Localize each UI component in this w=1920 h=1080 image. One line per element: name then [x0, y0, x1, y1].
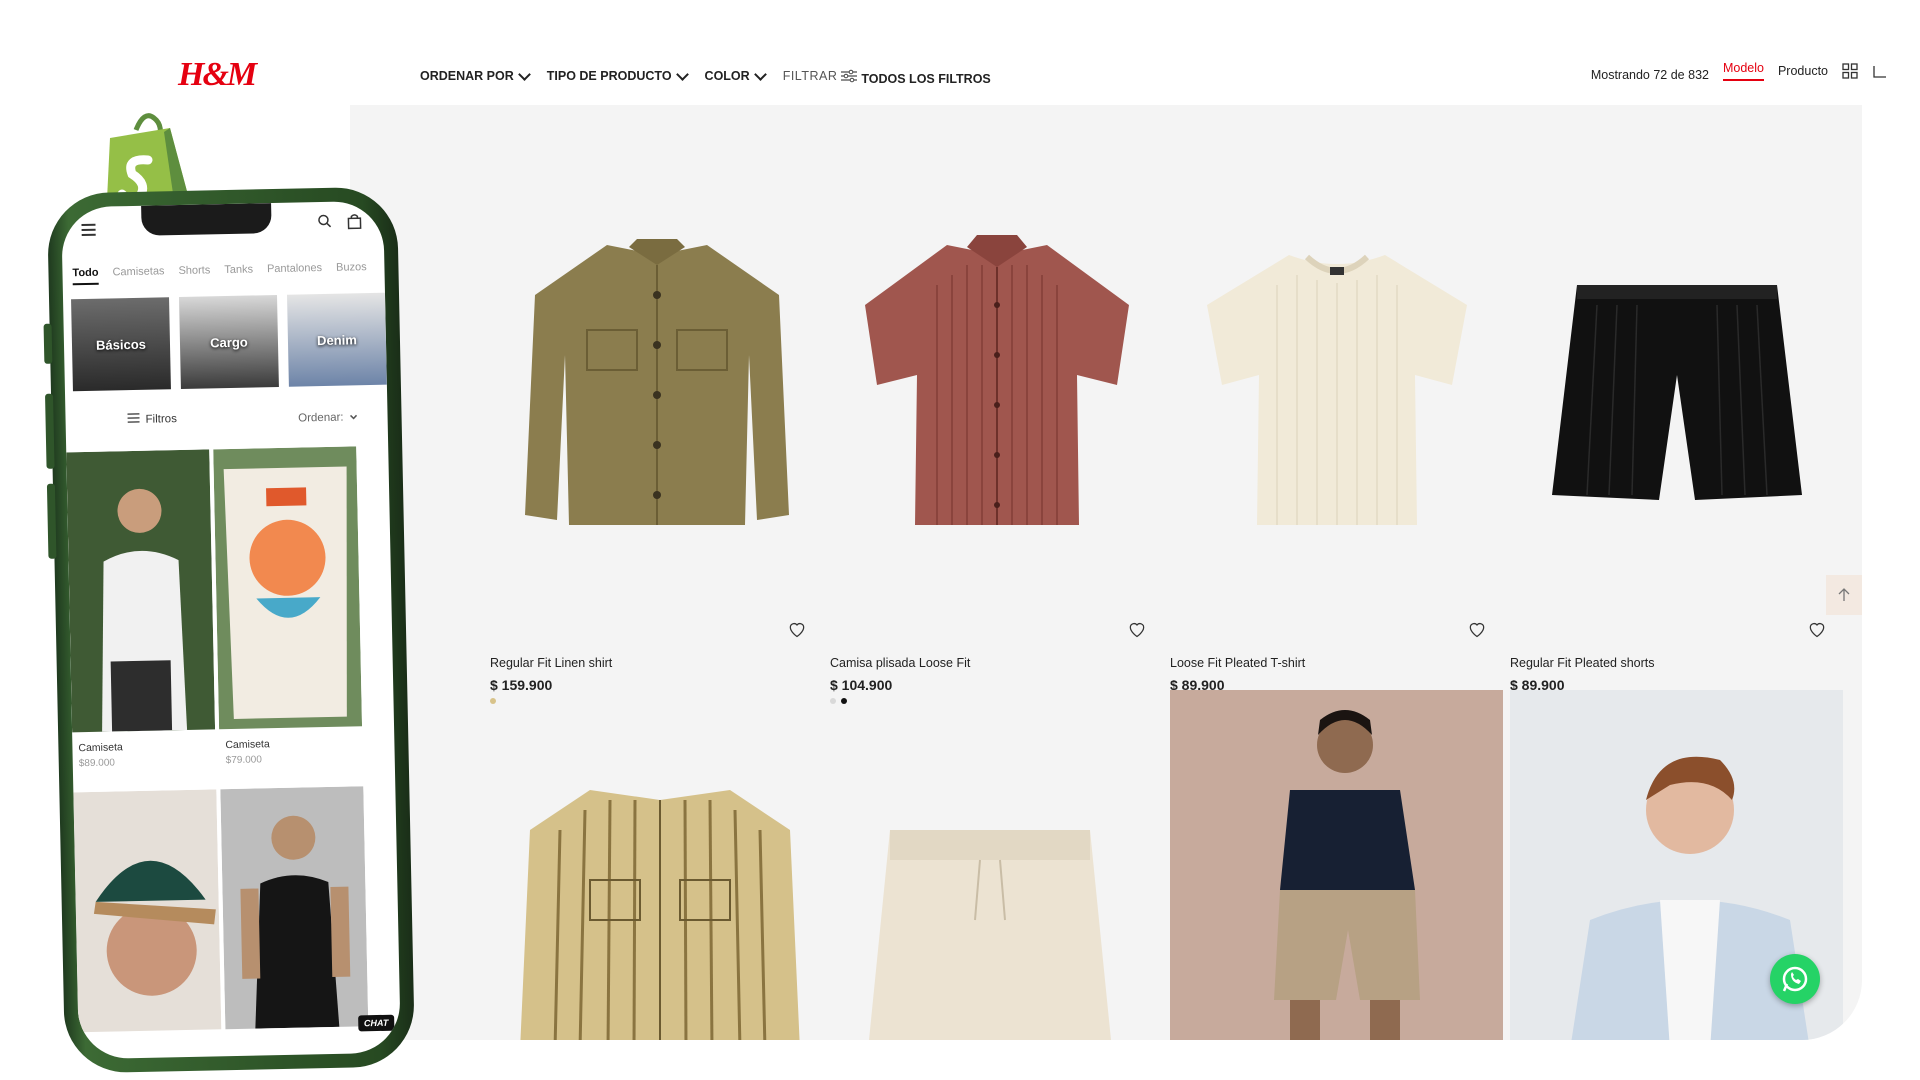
chevron-down-icon	[675, 67, 689, 81]
product-image[interactable]	[1510, 165, 1843, 605]
mobile-product-card[interactable]	[220, 786, 369, 1030]
product-type-dropdown[interactable]: TIPO DE PRODUCTO	[546, 67, 689, 83]
product-name: Camiseta	[78, 741, 123, 755]
view-product-toggle[interactable]: Producto	[1778, 64, 1828, 78]
mobile-filter-bar: Filtros Ordenar:	[65, 407, 387, 425]
sliders-icon	[841, 69, 858, 83]
brand-logo[interactable]: H&M	[178, 56, 257, 94]
heart-icon[interactable]	[1467, 619, 1487, 639]
product-image[interactable]	[490, 165, 823, 605]
tab-tanks[interactable]: Tanks	[224, 263, 253, 282]
heart-icon[interactable]	[1807, 619, 1827, 639]
phone-screen: Todo Camisetas Shorts Tanks Pantalones B…	[61, 200, 401, 1060]
product-price: $ 104.900	[830, 677, 893, 693]
product-grid: Regular Fit Linen shirt $ 159.900 Camisa…	[350, 105, 1862, 1040]
sort-label: Ordenar:	[298, 411, 344, 425]
whatsapp-button[interactable]	[1770, 954, 1820, 1004]
chevron-down-icon	[349, 411, 358, 423]
mobile-product-card[interactable]: Camiseta $79.000	[213, 446, 363, 766]
product-image-striped-shirt[interactable]	[510, 770, 810, 1040]
view-controls: Mostrando 72 de 832 Modelo Producto	[1591, 60, 1888, 82]
hamburger-menu-icon[interactable]	[81, 221, 96, 239]
product-image[interactable]	[66, 449, 216, 733]
results-count: Mostrando 72 de 832	[1590, 68, 1709, 82]
grid-view-icon[interactable]	[1842, 63, 1858, 79]
mobile-category-tabs: Todo Camisetas Shorts Tanks Pantalones B…	[72, 261, 367, 286]
color-swatch[interactable]	[490, 698, 496, 704]
category-label: Básicos	[95, 336, 147, 353]
mobile-filters-button[interactable]: Filtros	[127, 411, 177, 427]
product-image-beige-shorts[interactable]	[850, 810, 1130, 1040]
mobile-product-grid: Camiseta $89.000 Camiseta $79.000	[66, 446, 388, 1033]
category-tile-denim[interactable]: Denim	[286, 292, 387, 387]
filter-button[interactable]: FILTRAR	[783, 69, 858, 83]
product-name: Camiseta	[225, 738, 270, 752]
phone-notch	[141, 203, 272, 236]
product-image[interactable]	[1170, 165, 1503, 605]
scroll-to-top-button[interactable]	[1826, 575, 1862, 615]
phone-side-button	[46, 483, 57, 559]
category-tile-cargo[interactable]: Cargo	[179, 294, 279, 389]
sort-label: ORDENAR POR	[420, 69, 514, 83]
tab-camisetas[interactable]: Camisetas	[112, 265, 164, 284]
product-image-model-polo[interactable]	[1170, 690, 1503, 1040]
all-filters-button[interactable]: TODOS LOS FILTROS	[861, 72, 990, 86]
chevron-down-icon	[517, 67, 531, 81]
heart-icon[interactable]	[787, 619, 807, 639]
phone-mockup: Todo Camisetas Shorts Tanks Pantalones B…	[43, 186, 416, 1074]
sort-dropdown[interactable]: ORDENAR POR	[420, 67, 531, 83]
product-name[interactable]: Regular Fit Pleated shorts	[1510, 656, 1655, 670]
product-image[interactable]	[220, 786, 369, 1030]
product-name[interactable]: Loose Fit Pleated T-shirt	[1170, 656, 1305, 670]
phone-side-button	[43, 323, 53, 364]
tab-buzos[interactable]: Buzos	[336, 261, 367, 280]
color-swatch[interactable]	[841, 698, 847, 704]
color-swatch[interactable]	[830, 698, 836, 704]
mobile-sort-dropdown[interactable]: Ordenar:	[298, 411, 358, 425]
color-swatches	[830, 698, 847, 704]
product-price: $79.000	[225, 754, 262, 767]
tab-pantalones[interactable]: Pantalones	[267, 262, 322, 281]
category-label: Cargo	[210, 334, 248, 350]
filter-toolbar: ORDENAR POR TIPO DE PRODUCTO COLOR FILTR…	[420, 66, 991, 86]
product-name[interactable]: Camisa plisada Loose Fit	[830, 656, 970, 670]
product-type-label: TIPO DE PRODUCTO	[546, 69, 672, 83]
single-view-icon[interactable]	[1872, 63, 1888, 79]
mobile-product-card[interactable]: Camiseta $89.000	[66, 449, 216, 769]
product-image[interactable]	[830, 165, 1163, 605]
search-icon[interactable]	[317, 214, 332, 233]
color-dropdown[interactable]: COLOR	[704, 67, 767, 83]
filters-label: Filtros	[145, 412, 177, 426]
chat-button[interactable]: CHAT	[357, 1014, 395, 1032]
mobile-product-card[interactable]	[73, 789, 222, 1033]
mobile-category-tiles: Básicos Cargo Denim	[71, 292, 387, 392]
tab-shorts[interactable]: Shorts	[178, 264, 210, 283]
phone-side-button	[45, 393, 55, 469]
heart-icon[interactable]	[1127, 619, 1147, 639]
color-swatches	[490, 698, 496, 704]
color-label: COLOR	[704, 69, 750, 83]
shopping-bag-icon[interactable]	[347, 213, 362, 234]
product-price: $ 159.900	[490, 677, 553, 693]
view-model-toggle[interactable]: Modelo	[1722, 61, 1764, 81]
sliders-icon	[127, 412, 140, 427]
product-name[interactable]: Regular Fit Linen shirt	[490, 656, 612, 670]
chevron-down-icon	[753, 67, 767, 81]
product-image[interactable]	[213, 446, 363, 730]
filter-label: FILTRAR	[782, 69, 838, 83]
product-image[interactable]	[73, 789, 222, 1033]
category-label: Denim	[316, 331, 357, 348]
product-price: $89.000	[78, 757, 116, 770]
tab-todo[interactable]: Todo	[72, 266, 99, 286]
category-tile-basicos[interactable]: Básicos	[71, 297, 171, 392]
